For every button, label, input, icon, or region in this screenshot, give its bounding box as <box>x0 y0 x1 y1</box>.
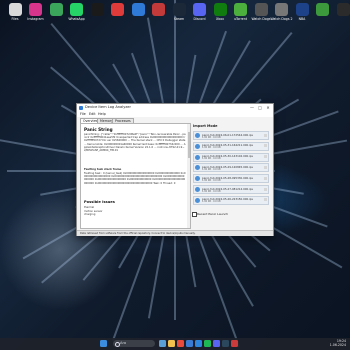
app-icon <box>111 3 124 16</box>
app-icon <box>152 3 165 16</box>
clock-date: 1.06.2024 <box>329 342 346 347</box>
desktop-shortcut[interactable] <box>331 3 350 17</box>
panic-string-heading: Panic String <box>84 127 113 132</box>
status-bar: Data retrieved from software from the of… <box>77 230 273 236</box>
app-icon <box>234 3 247 16</box>
widgets-icon[interactable] <box>159 340 166 347</box>
file-size: 1.82 KB · 0.0 KB <box>202 167 221 171</box>
scrollbar-thumb[interactable] <box>187 132 190 158</box>
app-icon <box>336 3 350 16</box>
chrome-icon[interactable] <box>177 340 184 347</box>
start-icon[interactable] <box>100 340 107 347</box>
wallpaper-streak <box>174 235 176 320</box>
faulting-heading: Faulting task stack frame <box>84 168 122 171</box>
remove-icon[interactable] <box>264 198 267 202</box>
app-icon[interactable] <box>231 340 238 347</box>
app-icon <box>70 3 83 16</box>
file-icon <box>195 176 200 182</box>
remove-icon[interactable] <box>264 133 267 137</box>
wallpaper-streak <box>195 30 227 112</box>
menu-bar: File Edit Help <box>77 112 273 117</box>
wallpaper-streak <box>184 227 197 288</box>
app-icon <box>79 106 83 110</box>
panic-string-text: panicString: {"caller":"0xfffffff0072d8e… <box>84 133 186 153</box>
file-icon <box>195 187 200 192</box>
panic-file-row[interactable]: panic-full-2024-05-29-120845.000.ips 1.82… <box>193 163 269 173</box>
scrollbar[interactable] <box>187 124 190 228</box>
remove-icon[interactable] <box>264 155 267 159</box>
import-mode-heading: Import Mode <box>193 124 218 128</box>
desktop-shortcut-label: Instagram <box>27 17 44 21</box>
faulting-text: Faulting task : 0 (kernel_task) 0x000000… <box>84 172 186 185</box>
panic-file-row[interactable]: panic-full-2024-05-30-143102.000.ips 1.82… <box>193 152 269 162</box>
app-icon <box>316 3 329 16</box>
system-tray-clock[interactable]: 19:24 1.06.2024 <box>329 339 346 348</box>
app-icon <box>29 3 42 16</box>
remove-icon[interactable] <box>264 144 267 148</box>
app-icon <box>254 3 268 16</box>
file-size: 1.82 KB · 0.0 KB <box>202 157 221 161</box>
file-icon <box>195 143 200 149</box>
remove-icon[interactable] <box>264 176 267 180</box>
app-icon <box>49 3 63 16</box>
file-size: 1.82 KB · 0.0 KB <box>202 178 221 182</box>
panic-file-row[interactable]: panic-full-2024-05-28-095330.000.ips 1.82… <box>193 174 269 184</box>
panic-file-row[interactable]: panic-full-2024-05-31-164211.000.ips 1.82… <box>193 141 269 151</box>
minimize-button[interactable]: — <box>249 105 255 110</box>
spotify-icon[interactable] <box>204 340 211 347</box>
issue-item: charging <box>84 213 96 216</box>
app-icon <box>131 3 145 16</box>
file-size: 1.82 KB · 0.0 KB <box>202 189 221 193</box>
taskbar-search[interactable]: Ara <box>113 340 155 347</box>
remove-icon[interactable] <box>264 165 267 169</box>
window-title: Device Item Log Analyzer <box>85 105 131 109</box>
steam-icon[interactable] <box>222 340 229 347</box>
file-icon <box>195 133 200 138</box>
mail-icon[interactable] <box>195 340 202 347</box>
maximize-button[interactable]: □ <box>257 105 263 110</box>
app-icon <box>193 3 206 16</box>
menu-edit[interactable]: Edit <box>89 112 96 116</box>
status-text: Data retrieved from software from the of… <box>80 231 196 235</box>
title-bar[interactable]: Device Item Log Analyzer — □ ✕ <box>77 104 273 112</box>
recent-panic-checkbox-label: Recent Panic Launch <box>197 211 229 216</box>
app-icon <box>172 3 186 16</box>
app-icon <box>90 3 104 16</box>
app-icon <box>8 3 22 16</box>
close-button[interactable]: ✕ <box>265 105 271 110</box>
app-icon <box>275 3 288 16</box>
file-size: 1.82 KB · 0.0 KB <box>202 200 221 204</box>
discord-icon[interactable] <box>213 340 220 347</box>
desktop-shortcut-label: WhatsApp <box>68 17 85 21</box>
menu-file[interactable]: File <box>80 112 86 116</box>
file-size: 1.82 KB · 0.0 KB <box>202 135 221 139</box>
file-icon <box>195 165 200 171</box>
app-icon <box>213 3 227 16</box>
panic-details-panel: Panic String panicString: {"caller":"0xf… <box>80 123 191 229</box>
app-window: Device Item Log Analyzer — □ ✕ File Edit… <box>76 103 274 236</box>
panic-file-row[interactable]: panic-full-2024-05-27-081214.000.ips 1.82… <box>193 185 269 194</box>
menu-help[interactable]: Help <box>98 112 106 116</box>
app-icon <box>295 3 309 16</box>
possible-issues-heading: Possible Issues <box>84 200 115 204</box>
search-placeholder: Ara <box>120 341 127 345</box>
taskbar: Ara 19:24 1.06.2024 <box>0 338 350 350</box>
remove-icon[interactable] <box>264 187 267 191</box>
panic-file-row[interactable]: panic-full-2024-06-01-172544.000.ips 1.82… <box>193 131 269 140</box>
explorer-icon[interactable] <box>168 340 175 347</box>
store-icon[interactable] <box>186 340 193 347</box>
file-icon <box>195 154 200 160</box>
panic-file-row[interactable]: panic-full-2024-05-26-223150.000.ips 1.82… <box>193 195 269 205</box>
file-icon <box>195 197 200 203</box>
desktop-shortcut-label: NBA <box>298 17 306 21</box>
file-size: 1.82 KB · 0.0 KB <box>202 146 221 150</box>
